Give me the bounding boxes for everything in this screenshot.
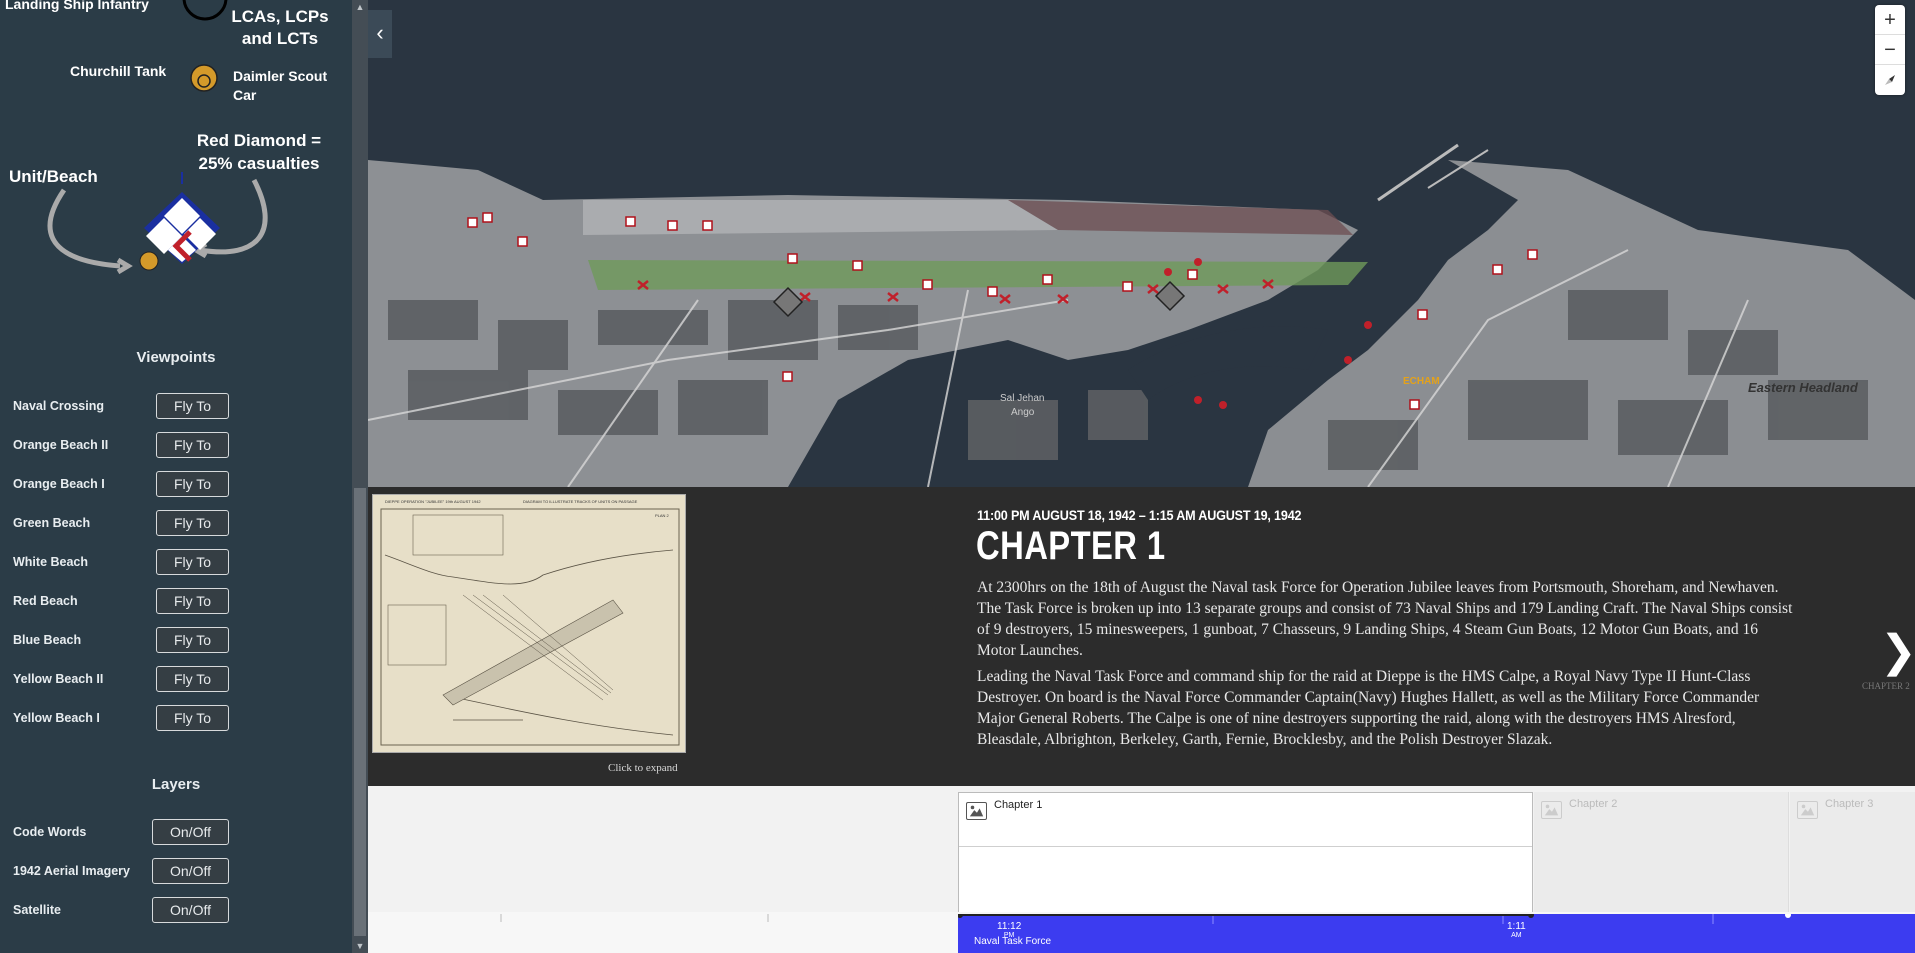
click-to-expand-label[interactable]: Click to expand	[608, 762, 678, 774]
chapter-paragraph-2: Leading the Naval Task Force and command…	[977, 668, 1760, 748]
scroll-down-arrow-icon[interactable]: ▼	[352, 939, 368, 953]
tick-period: AM	[1511, 932, 1522, 939]
timeline-card-chapter-3[interactable]: Chapter 3	[1790, 792, 1915, 918]
viewpoint-row-white-beach: White Beach Fly To	[0, 548, 352, 578]
legend-red-diamond-label: Red Diamond = 25% casualties	[196, 131, 322, 173]
legend-landing-ship-label: Landing Ship Infantry	[5, 0, 149, 12]
timeline-card-label: Chapter 2	[1569, 798, 1618, 810]
satellite-toggle-button[interactable]: On/Off	[152, 897, 229, 923]
viewpoint-label: White Beach	[13, 555, 89, 569]
map-zoom-control: + −	[1875, 5, 1905, 95]
layer-row-code-words: Code Words On/Off	[0, 818, 352, 848]
fly-to-orange-beach-ii-button[interactable]: Fly To	[156, 432, 229, 458]
tick-time: 11:12	[997, 921, 1022, 932]
image-icon	[1797, 801, 1818, 819]
viewpoint-row-red-beach: Red Beach Fly To	[0, 587, 352, 617]
zoom-in-button[interactable]: +	[1875, 5, 1905, 35]
layer-row-satellite: Satellite On/Off	[0, 896, 352, 926]
chapter-date: 11:00 PM AUGUST 18, 1942 – 1:15 AM AUGUS…	[977, 507, 1302, 523]
fly-to-naval-crossing-button[interactable]: Fly To	[156, 393, 229, 419]
image-subtitle: DIAGRAM TO ILLUSTRATE TRACKS OF UNITS ON…	[523, 499, 638, 504]
map-label-ango: Ango	[1011, 407, 1035, 418]
viewpoint-label: Green Beach	[13, 516, 91, 530]
viewpoint-row-naval-crossing: Naval Crossing Fly To	[0, 392, 352, 422]
fly-to-white-beach-button[interactable]: Fly To	[156, 549, 229, 575]
timeline-card-label: Chapter 1	[994, 799, 1043, 811]
timeline-active-range[interactable]	[958, 914, 1915, 953]
timeline-card-chapter-1[interactable]: Chapter 1	[958, 792, 1533, 918]
viewpoint-label: Red Beach	[13, 594, 78, 608]
sidebar: Landing Ship Infantry LCAs, LCPs and LCT…	[0, 0, 352, 953]
legend-lcas-label: LCAs, LCPs and LCTs	[231, 7, 329, 48]
timeline-group-label: Naval Task Force	[974, 936, 1052, 947]
map-label-echam: ECHAM	[1403, 376, 1440, 387]
next-chapter-arrow-icon[interactable]: ❯	[1880, 630, 1915, 674]
timeline-card-label: Chapter 3	[1825, 798, 1874, 810]
layer-label: Code Words	[13, 825, 87, 839]
viewpoint-row-orange-beach-ii: Orange Beach II Fly To	[0, 431, 352, 461]
viewpoint-row-blue-beach: Blue Beach Fly To	[0, 626, 352, 656]
fly-to-yellow-beach-ii-button[interactable]: Fly To	[156, 666, 229, 692]
image-icon	[966, 802, 987, 820]
compass-reset-button[interactable]	[1875, 65, 1905, 95]
collapse-sidebar-button[interactable]: ‹	[368, 10, 392, 58]
compass-icon	[1885, 75, 1895, 85]
map-label-eastern-headland: Eastern Headland	[1748, 380, 1858, 395]
chapter-paragraph-1: At 2300hrs on the 18th of August the Nav…	[977, 579, 1793, 659]
map-3d-view[interactable]: Eastern Headland ECHAM Sal Jehan Ango + …	[368, 0, 1915, 487]
viewpoint-label: Orange Beach I	[13, 477, 105, 491]
fly-to-yellow-beach-i-button[interactable]: Fly To	[156, 705, 229, 731]
fly-to-red-beach-button[interactable]: Fly To	[156, 588, 229, 614]
layer-label: Satellite	[13, 903, 61, 917]
legend-daimler-label: Daimler Scout Car	[233, 68, 328, 103]
fly-to-green-beach-button[interactable]: Fly To	[156, 510, 229, 536]
code-words-toggle-button[interactable]: On/Off	[152, 819, 229, 845]
unit-beach-diagram	[47, 172, 268, 275]
viewpoint-label: Orange Beach II	[13, 438, 109, 452]
viewpoint-label: Yellow Beach II	[13, 672, 104, 686]
churchill-tank-icon	[190, 64, 218, 92]
map-label-saint-jehan: Sal Jehan	[1000, 393, 1045, 404]
viewpoint-row-yellow-beach-ii: Yellow Beach II Fly To	[0, 665, 352, 695]
viewpoints-heading: Viewpoints	[136, 349, 216, 366]
viewpoint-row-green-beach: Green Beach Fly To	[0, 509, 352, 539]
zoom-out-button[interactable]: −	[1875, 35, 1905, 65]
viewpoint-label: Yellow Beach I	[13, 711, 100, 725]
aerial-imagery-toggle-button[interactable]: On/Off	[152, 858, 229, 884]
landing-ship-icon	[182, 0, 228, 21]
viewpoint-row-yellow-beach-i: Yellow Beach I Fly To	[0, 704, 352, 734]
naval-tracks-diagram	[373, 495, 685, 752]
next-chapter-label[interactable]: CHAPTER 2	[1862, 681, 1910, 691]
layer-row-aerial-imagery: 1942 Aerial Imagery On/Off	[0, 857, 352, 887]
sidebar-scrollbar[interactable]: ▲ ▼	[352, 0, 368, 953]
chapter-map-image[interactable]: DIEPPE OPERATION "JUBILEE" 19th AUGUST 1…	[372, 494, 686, 753]
chapter-title: CHAPTER 1	[976, 524, 1166, 568]
tick-time: 1:11	[1507, 921, 1526, 932]
scroll-up-arrow-icon[interactable]: ▲	[352, 0, 368, 14]
viewpoint-label: Naval Crossing	[13, 399, 105, 413]
timeline-tick-label-end: 1:11 AM	[1507, 922, 1526, 940]
timeline-card-chapter-2[interactable]: Chapter 2	[1534, 792, 1789, 918]
fly-to-orange-beach-i-button[interactable]: Fly To	[156, 471, 229, 497]
map-scene	[368, 0, 1915, 487]
layers-heading: Layers	[151, 776, 201, 793]
scrollbar-thumb[interactable]	[354, 488, 366, 936]
viewpoint-row-orange-beach-i: Orange Beach I Fly To	[0, 470, 352, 500]
fly-to-blue-beach-button[interactable]: Fly To	[156, 627, 229, 653]
image-plan-label: PLAN 2	[655, 513, 669, 518]
layer-label: 1942 Aerial Imagery	[13, 864, 130, 878]
chevron-left-icon: ‹	[376, 20, 384, 45]
legend-churchill-label: Churchill Tank	[70, 63, 167, 79]
timeline-ticks	[958, 914, 1791, 924]
viewpoint-label: Blue Beach	[13, 633, 82, 647]
image-icon	[1541, 801, 1562, 819]
image-title: DIEPPE OPERATION "JUBILEE" 19th AUGUST 1…	[385, 499, 481, 504]
